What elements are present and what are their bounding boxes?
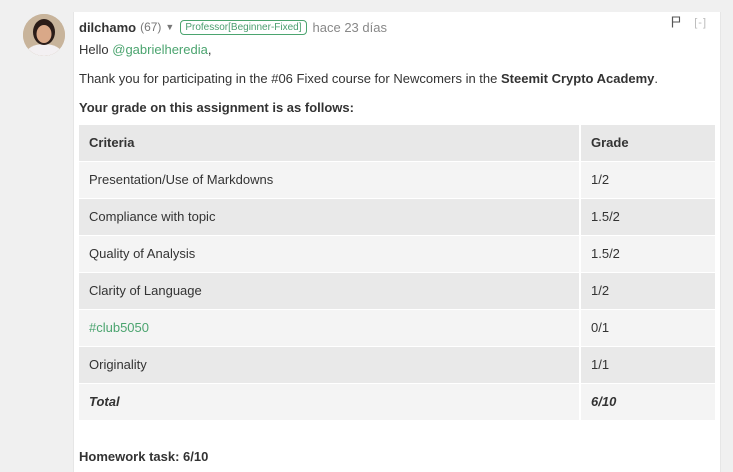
- total-grade: 6/10: [580, 383, 715, 421]
- table-row: Compliance with topic 1.5/2: [79, 198, 715, 236]
- table-row: Presentation/Use of Markdowns 1/2: [79, 161, 715, 199]
- grade-intro: Your grade on this assignment is as foll…: [79, 100, 354, 115]
- reputation: (67): [140, 20, 162, 34]
- criteria-cell: Presentation/Use of Markdowns: [79, 161, 581, 199]
- role-badge: Professor[Beginner-Fixed]: [180, 19, 307, 35]
- greeting-punct: ,: [207, 42, 212, 57]
- timestamp-link[interactable]: hace 23 días: [313, 20, 387, 35]
- table-row: Quality of Analysis 1.5/2: [79, 235, 715, 273]
- grade-cell: 1/1: [580, 346, 715, 384]
- academy-name: Steemit Crypto Academy: [501, 71, 655, 86]
- table-row: Clarity of Language 1/2: [79, 272, 715, 310]
- grade-cell: 0/1: [580, 309, 715, 347]
- homework-score: Homework task: 6/10: [79, 449, 209, 464]
- criteria-cell: Clarity of Language: [79, 272, 581, 310]
- comment-header: dilchamo (67) ▼ Professor[Beginner-Fixed…: [79, 16, 720, 38]
- comment-card: dilchamo (67) ▼ Professor[Beginner-Fixed…: [73, 12, 721, 472]
- club5050-tag-link[interactable]: #club5050: [89, 320, 149, 335]
- total-row: Total 6/10: [79, 383, 715, 421]
- grade-cell: 1/2: [580, 272, 715, 310]
- table-row: Originality 1/1: [79, 346, 715, 384]
- criteria-cell: Quality of Analysis: [79, 235, 581, 273]
- greeting-line: Hello @gabrielheredia,: [79, 41, 211, 59]
- criteria-header: Criteria: [79, 125, 581, 162]
- table-header-row: Criteria Grade: [79, 125, 715, 162]
- criteria-cell: Compliance with topic: [79, 198, 581, 236]
- grade-cell: 1/2: [580, 161, 715, 199]
- collapse-button[interactable]: [-]: [694, 17, 707, 29]
- thanks-line: Thank you for participating in the #06 F…: [79, 70, 658, 88]
- avatar[interactable]: [23, 14, 65, 56]
- club5050-cell: #club5050: [79, 309, 581, 347]
- author-link[interactable]: dilchamo: [79, 20, 136, 35]
- grade-cell: 1.5/2: [580, 198, 715, 236]
- grade-cell: 1.5/2: [580, 235, 715, 273]
- greeting-text: Hello: [79, 42, 109, 57]
- mention-link[interactable]: @gabrielheredia: [112, 42, 208, 57]
- thanks-text: Thank you for participating in the #06 F…: [79, 71, 498, 86]
- flag-icon[interactable]: [671, 16, 681, 28]
- chevron-down-icon[interactable]: ▼: [165, 22, 174, 32]
- criteria-cell: Originality: [79, 346, 581, 384]
- thanks-punct: .: [654, 71, 659, 86]
- total-label: Total: [79, 383, 581, 421]
- grades-table: Criteria Grade Presentation/Use of Markd…: [79, 125, 715, 421]
- table-row: #club5050 0/1: [79, 309, 715, 347]
- grade-header: Grade: [580, 125, 715, 162]
